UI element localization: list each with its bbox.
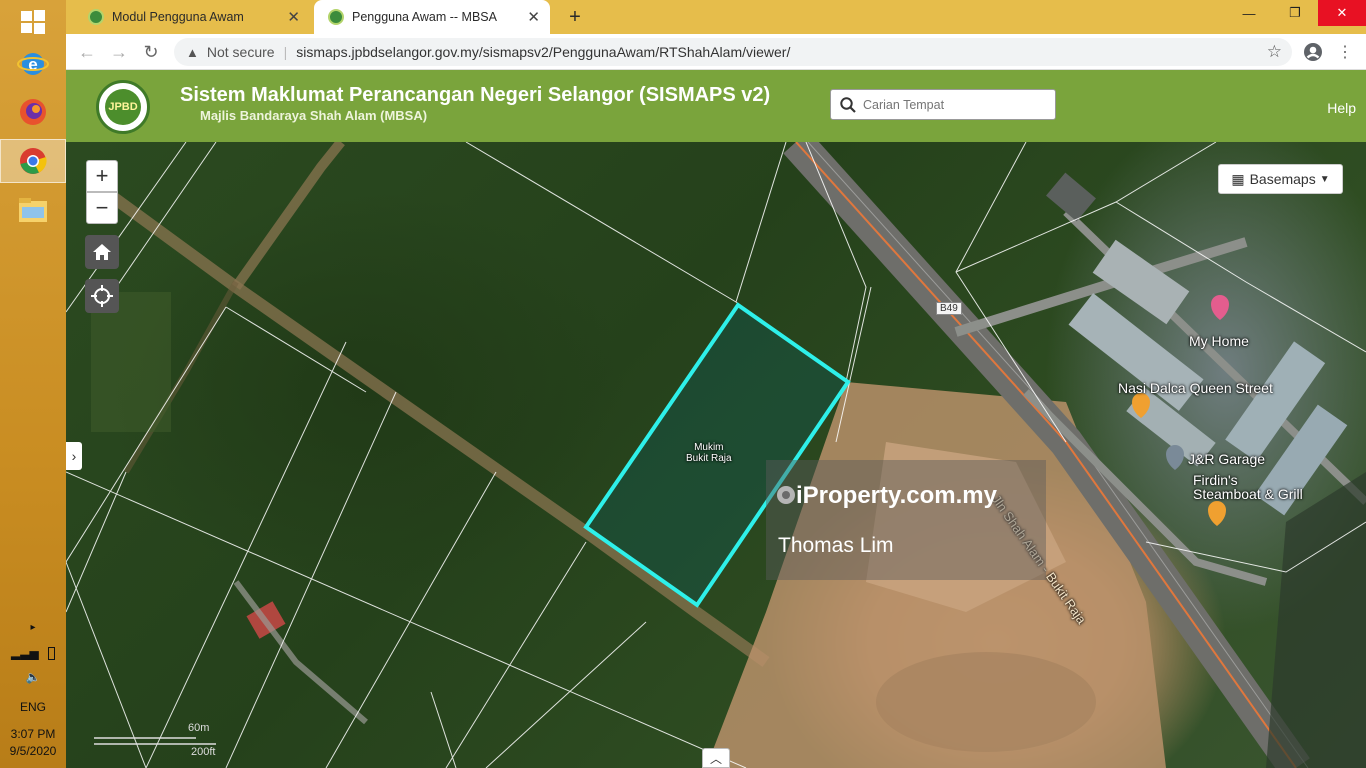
sidebar-expand-chevron-icon[interactable]: › xyxy=(66,442,82,470)
watermark-agent-name: Thomas Lim xyxy=(778,534,894,557)
menu-kebab-icon[interactable]: ⋮ xyxy=(1334,41,1356,63)
divider: | xyxy=(283,44,288,60)
tab-title: Pengguna Awam -- MBSA xyxy=(352,10,497,24)
bookmark-star-icon[interactable]: ☆ xyxy=(1267,42,1282,62)
watermark-brand: iProperty.com.my xyxy=(778,482,997,510)
security-status[interactable]: Not secure xyxy=(207,44,275,60)
parcel-label-line1: Mukim xyxy=(694,442,724,453)
firefox-icon xyxy=(20,99,46,125)
parcel-label: Mukim Bukit Raja xyxy=(686,442,732,464)
site-header: JPBD Sistem Maklumat Perancangan Negeri … xyxy=(66,70,1366,142)
back-button[interactable]: ← xyxy=(76,41,98,63)
url-text[interactable]: sismaps.jpbdselangor.gov.my/sismapsv2/Pe… xyxy=(296,44,790,60)
poi-firdins-line2[interactable]: Steamboat & Grill xyxy=(1193,486,1303,502)
taskbar-file-explorer[interactable] xyxy=(0,188,66,232)
home-extent-button[interactable] xyxy=(85,235,119,269)
watermark-backdrop xyxy=(766,460,1046,580)
site-subtitle: Majlis Bandaraya Shah Alam (MBSA) xyxy=(200,108,428,123)
site-title: Sistem Maklumat Perancangan Negeri Selan… xyxy=(180,84,771,106)
taskbar-firefox[interactable] xyxy=(0,90,66,134)
tab-modul-pengguna-awam[interactable]: Modul Pengguna Awam ✕ xyxy=(74,0,310,34)
search-input[interactable] xyxy=(863,97,1043,112)
basemaps-dropdown[interactable]: ▦ Basemaps ▼ xyxy=(1218,164,1343,194)
windows-logo-icon xyxy=(21,10,45,34)
zoom-out-button[interactable]: − xyxy=(86,192,118,224)
help-link[interactable]: Help xyxy=(1327,100,1356,116)
tray-expand-icon[interactable]: ▸ xyxy=(0,622,66,633)
browser-window: Modul Pengguna Awam ✕ Pengguna Awam -- M… xyxy=(66,0,1366,768)
internet-explorer-icon: e xyxy=(17,53,49,75)
road-shield: B49 xyxy=(936,302,962,315)
site-favicon-icon xyxy=(88,9,104,25)
scale-meters: 60m xyxy=(188,722,210,734)
restore-button[interactable]: ❐ xyxy=(1272,0,1318,26)
windows-taskbar: e ▸ ▂▃▅ 🔈 ENG 3:07 PM 9/5/2020 xyxy=(0,0,66,768)
taskbar-ie[interactable]: e xyxy=(0,42,66,86)
chrome-icon xyxy=(20,148,47,174)
signal-icon: ▂▃▅ xyxy=(10,646,39,660)
profile-avatar-icon[interactable] xyxy=(1302,41,1324,63)
poi-nasi-dalca[interactable]: Nasi Dalca Queen Street xyxy=(1118,380,1273,396)
search-icon xyxy=(840,96,856,113)
close-window-button[interactable]: ✕ xyxy=(1318,0,1366,26)
address-bar[interactable]: ▲ Not secure | sismaps.jpbdselangor.gov.… xyxy=(174,38,1292,66)
home-icon xyxy=(93,244,111,260)
place-search-box[interactable] xyxy=(830,89,1056,120)
basemaps-label: Basemaps xyxy=(1249,171,1316,187)
clock-date[interactable]: 9/5/2020 xyxy=(0,744,66,758)
tab-strip: Modul Pengguna Awam ✕ Pengguna Awam -- M… xyxy=(66,0,1366,34)
warning-triangle-icon: ▲ xyxy=(186,44,199,60)
forward-button[interactable]: → xyxy=(108,41,130,63)
language-indicator[interactable]: ENG xyxy=(0,700,66,714)
map-viewer[interactable]: + − › ▦ Basemaps ▼ Mukim Bukit Raja B49 … xyxy=(66,142,1366,768)
volume-icon[interactable]: 🔈 xyxy=(0,670,66,684)
parcel-label-line2: Bukit Raja xyxy=(686,453,732,464)
scale-feet: 200ft xyxy=(191,746,216,758)
start-button[interactable] xyxy=(0,0,66,44)
taskbar-chrome[interactable] xyxy=(0,139,66,183)
clock-time[interactable]: 3:07 PM xyxy=(0,727,66,741)
tray-status-icons[interactable]: ▂▃▅ xyxy=(0,646,66,661)
tab-close-icon[interactable]: ✕ xyxy=(527,8,540,26)
toolbar: ← → ↻ ▲ Not secure | sismaps.jpbdselango… xyxy=(66,34,1366,70)
logo-text: JPBD xyxy=(105,89,141,125)
expand-panel-chevron-up-icon[interactable]: ︿ xyxy=(702,748,730,768)
tab-pengguna-awam-mbsa[interactable]: Pengguna Awam -- MBSA ✕ xyxy=(314,0,550,34)
tab-title: Modul Pengguna Awam xyxy=(112,10,244,24)
battery-icon xyxy=(48,647,56,661)
poi-jr-garage[interactable]: J&R Garage xyxy=(1188,451,1265,467)
minimize-button[interactable]: — xyxy=(1226,0,1272,26)
folder-icon xyxy=(19,198,47,222)
site-favicon-icon xyxy=(328,9,344,25)
locate-button[interactable] xyxy=(85,279,119,313)
new-tab-button[interactable]: + xyxy=(560,0,590,34)
poi-my-home[interactable]: My Home xyxy=(1189,333,1249,349)
reload-button[interactable]: ↻ xyxy=(140,41,162,63)
watermark-brand-text: iProperty.com.my xyxy=(796,482,997,509)
jpbd-logo: JPBD xyxy=(96,80,150,134)
zoom-in-button[interactable]: + xyxy=(86,160,118,192)
crosshair-icon xyxy=(91,285,113,307)
tab-close-icon[interactable]: ✕ xyxy=(287,8,300,26)
caret-down-icon: ▼ xyxy=(1319,173,1330,185)
grid-icon: ▦ xyxy=(1231,170,1245,187)
